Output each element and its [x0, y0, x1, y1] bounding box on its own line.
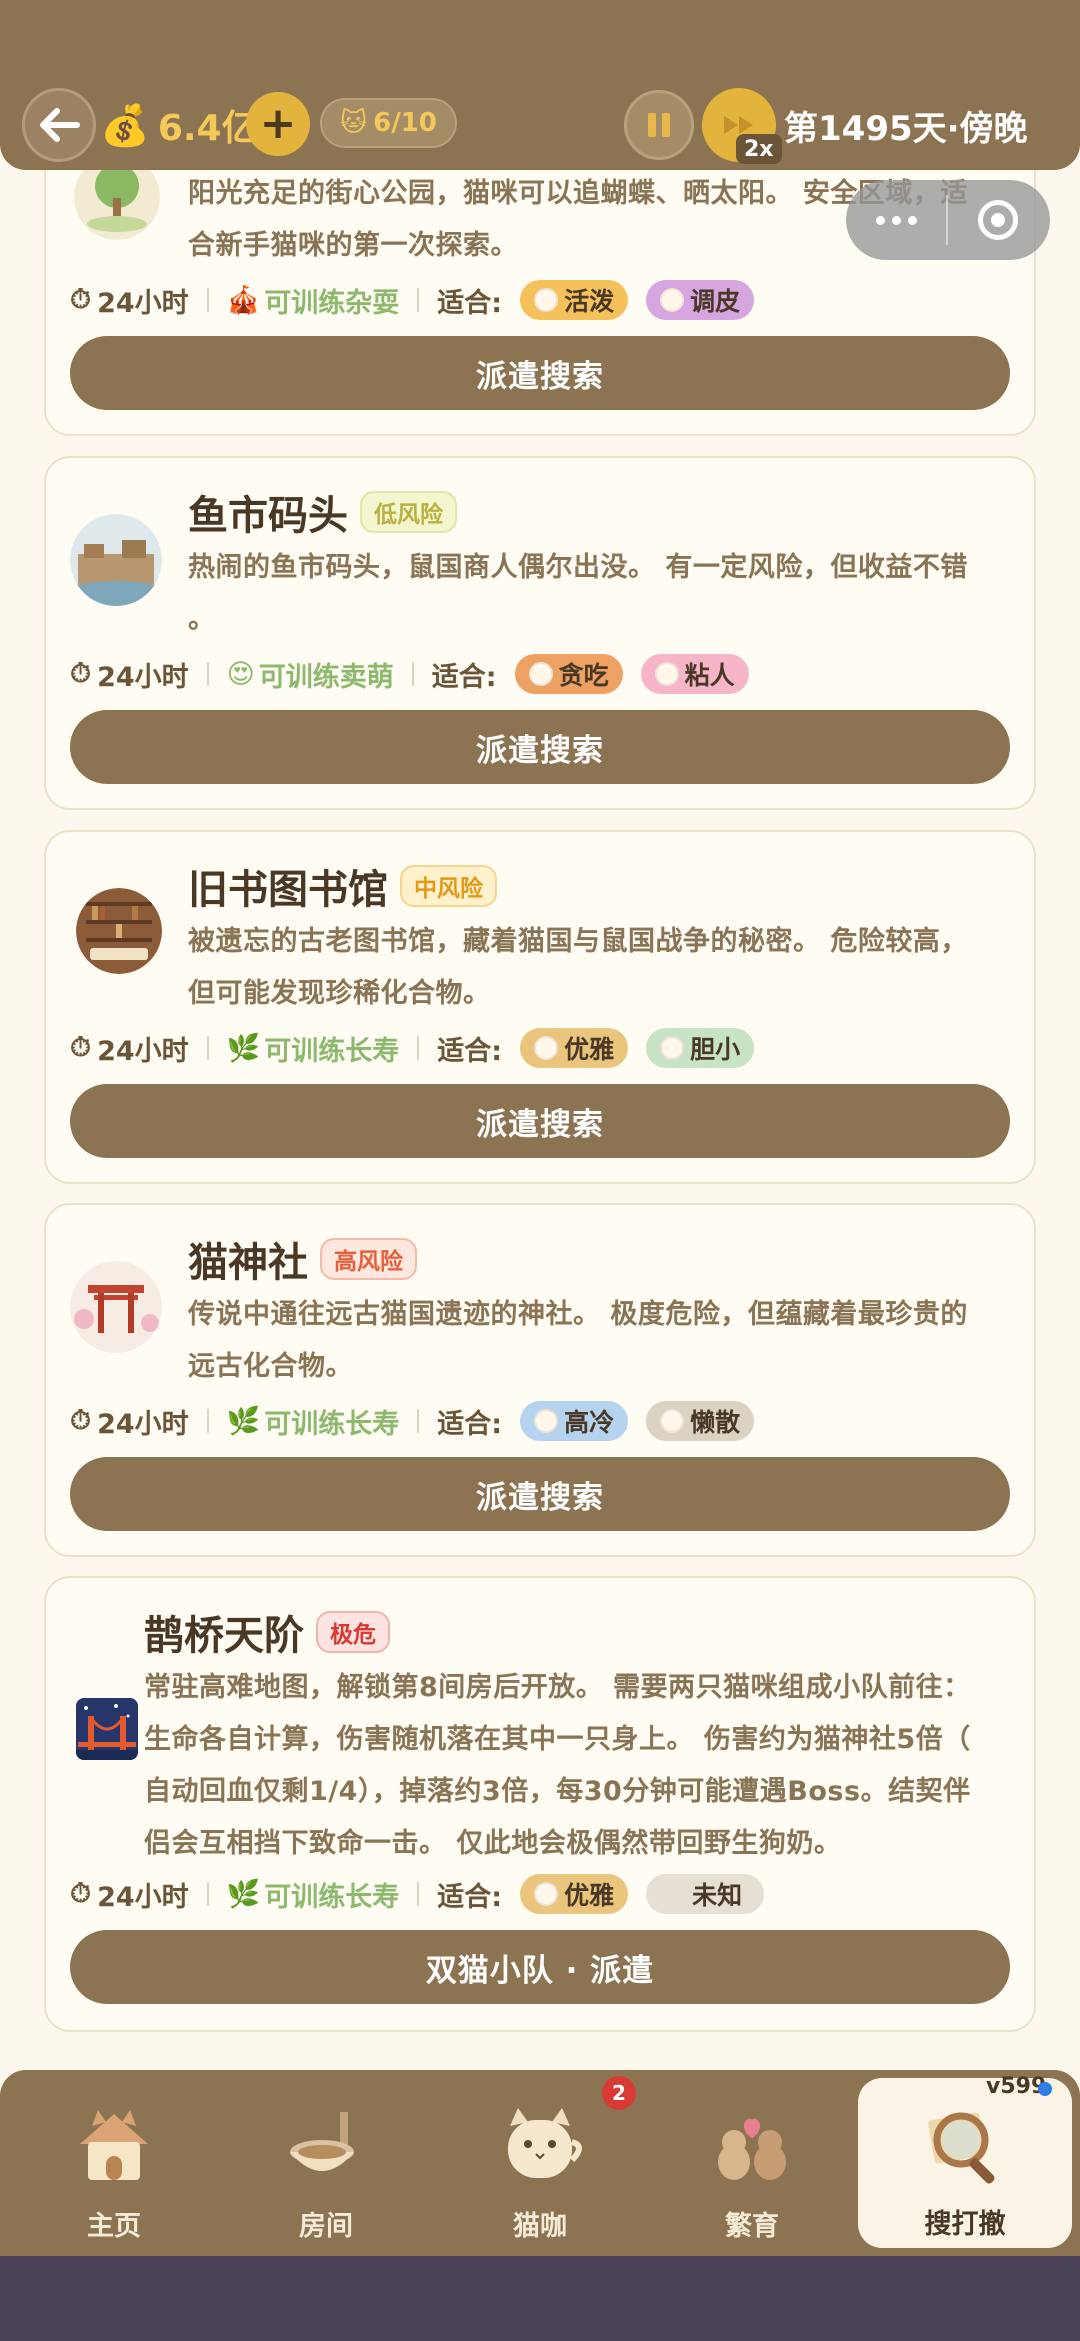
dispatch-button[interactable]: 派遣搜索	[70, 1457, 1010, 1531]
pause-button[interactable]	[624, 90, 694, 160]
plus-icon: +	[259, 98, 297, 149]
cat-face-icon	[660, 1036, 685, 1060]
nav-search-loot[interactable]: 搜打撤	[858, 2078, 1072, 2248]
herb-icon: 🌿	[226, 1879, 261, 1910]
nav-home[interactable]: 主页	[24, 2070, 204, 2256]
trait-tag: 调皮	[646, 280, 755, 320]
card-title: 鱼市码头 低风险	[188, 484, 457, 540]
risk-badge: 高风险	[320, 1238, 417, 1280]
cat-face-icon	[534, 1882, 559, 1906]
herb-icon: 🌿	[226, 1033, 261, 1064]
card-description: 热闹的鱼市码头，鼠国商人偶尔出没。 有一定风险，但收益不错 。	[188, 552, 968, 635]
close-mini-program-icon[interactable]	[948, 200, 1048, 240]
location-card-library: 旧书图书馆 中风险 被遗忘的古老图书馆，藏着猫国与鼠国战争的秘密。 危险较高， …	[44, 830, 1036, 1184]
cat-bowl-icon	[276, 2096, 376, 2196]
dispatch-button[interactable]: 派遣搜索	[70, 710, 1010, 784]
card-meta-row: ⏱ 24小时 🎪 可训练杂耍 适合: 活泼 调皮	[70, 278, 772, 322]
money-display: 💰 6.4亿	[100, 92, 258, 158]
dispatch-button[interactable]: 派遣搜索	[70, 336, 1010, 410]
location-card-magpie-bridge: 鹊桥天阶 极危 常驻高难地图，解锁第8间房后开放。 需要两只猫咪组成小队前往： …	[44, 1576, 1036, 2032]
card-title: 猫神社 高风险	[188, 1231, 417, 1287]
trait-tag: 粘人	[640, 654, 749, 694]
top-bar: 💰 6.4亿 + 🐱 6/10 2x 第1495天·傍晚	[0, 0, 1080, 170]
arrow-left-icon	[40, 108, 80, 142]
money-value: 6.4亿	[157, 108, 258, 149]
fast-forward-icon	[724, 116, 753, 134]
trait-tag: 懒散	[646, 1401, 755, 1441]
more-icon[interactable]	[846, 215, 946, 225]
risk-badge: 极危	[316, 1611, 390, 1653]
magnifier-map-icon	[915, 2096, 1015, 2196]
circus-tent-icon: 🎪	[226, 285, 261, 316]
cat-face-icon: 🐱	[340, 108, 368, 138]
cat-face-icon	[660, 288, 685, 312]
fish-market-thumbnail	[70, 514, 162, 606]
cat-face-icon	[654, 662, 679, 686]
card-meta-row: ⏱ 24小时 🌿 可训练长寿 适合: 优雅 未知	[70, 1872, 782, 1916]
dispatch-button[interactable]: 派遣搜索	[70, 1084, 1010, 1158]
risk-badge: 中风险	[400, 865, 497, 907]
trait-tag: 高冷	[520, 1401, 629, 1441]
back-button[interactable]	[22, 88, 96, 162]
pause-icon	[648, 113, 656, 137]
stopwatch-icon: ⏱	[70, 658, 92, 689]
cat-face-icon	[534, 1409, 559, 1433]
add-money-button[interactable]: +	[246, 92, 310, 156]
card-title: 鹊桥天阶 极危	[144, 1604, 390, 1660]
cat-count-value: 6/10	[373, 108, 437, 138]
location-card-cat-shrine: 猫神社 高风险 传说中通往远古猫国遗迹的神社。 极度危险，但蕴藏着最珍贵的 远古…	[44, 1203, 1036, 1557]
blank-face-icon	[662, 1882, 687, 1906]
trait-tag: 优雅	[520, 1874, 629, 1914]
bridge-thumbnail	[76, 1698, 138, 1760]
duo-dispatch-button[interactable]: 双猫小队 · 派遣	[70, 1930, 1010, 2004]
notification-badge: 2	[602, 2076, 636, 2110]
card-description: 被遗忘的古老图书馆，藏着猫国与鼠国战争的秘密。 危险较高， 但可能发现珍稀化合物…	[188, 926, 968, 1009]
heart-eyes-icon: 😍	[226, 658, 255, 690]
stopwatch-icon: ⏱	[70, 1032, 92, 1063]
cat-count-display: 🐱 6/10	[320, 98, 457, 148]
card-description: 传说中通往远古猫国遗迹的神社。 极度危险，但蕴藏着最珍贵的 远古化合物。	[188, 1299, 968, 1382]
card-description: 常驻高难地图，解锁第8间房后开放。 需要两只猫咪组成小队前往： 生命各自计算，伤…	[144, 1672, 971, 1859]
trait-tag: 活泼	[520, 280, 629, 320]
trait-tag: 优雅	[520, 1028, 629, 1068]
shrine-thumbnail	[70, 1261, 162, 1353]
card-meta-row: ⏱ 24小时 🌿 可训练长寿 适合: 高冷 懒散	[70, 1399, 772, 1443]
cat-face-icon	[534, 1036, 559, 1060]
risk-badge: 低风险	[360, 491, 457, 533]
cat-house-icon	[64, 2096, 164, 2196]
location-card-fish-market: 鱼市码头 低风险 热闹的鱼市码头，鼠国商人偶尔出没。 有一定风险，但收益不错 。…	[44, 456, 1036, 810]
speed-badge: 2x	[736, 134, 782, 164]
mini-program-capsule	[846, 180, 1050, 260]
cat-cup-icon	[490, 2096, 590, 2196]
card-meta-row: ⏱ 24小时 🌿 可训练长寿 适合: 优雅 胆小	[70, 1026, 772, 1070]
cat-face-icon	[534, 288, 559, 312]
stopwatch-icon: ⏱	[70, 1878, 92, 1909]
trait-tag: 贪吃	[514, 654, 623, 694]
money-bag-icon: 💰	[100, 102, 150, 149]
stopwatch-icon: ⏱	[70, 284, 92, 315]
cat-face-icon	[660, 1409, 685, 1433]
cat-couple-icon	[702, 2096, 802, 2196]
cat-face-icon	[528, 662, 553, 686]
library-thumbnail	[76, 888, 162, 974]
trait-tag: 未知	[646, 1874, 765, 1914]
nav-room[interactable]: 房间	[236, 2070, 416, 2256]
update-dot	[1038, 2082, 1052, 2096]
card-title: 旧书图书馆 中风险	[188, 858, 497, 914]
nav-breeding[interactable]: 繁育	[662, 2070, 842, 2256]
stopwatch-icon: ⏱	[70, 1405, 92, 1436]
card-meta-row: ⏱ 24小时 😍 可训练卖萌 适合: 贪吃 粘人	[70, 652, 767, 696]
herb-icon: 🌿	[226, 1406, 261, 1437]
trait-tag: 胆小	[646, 1028, 755, 1068]
system-home-bar	[0, 2256, 1080, 2341]
day-label: 第1495天·傍晚	[784, 108, 1028, 149]
